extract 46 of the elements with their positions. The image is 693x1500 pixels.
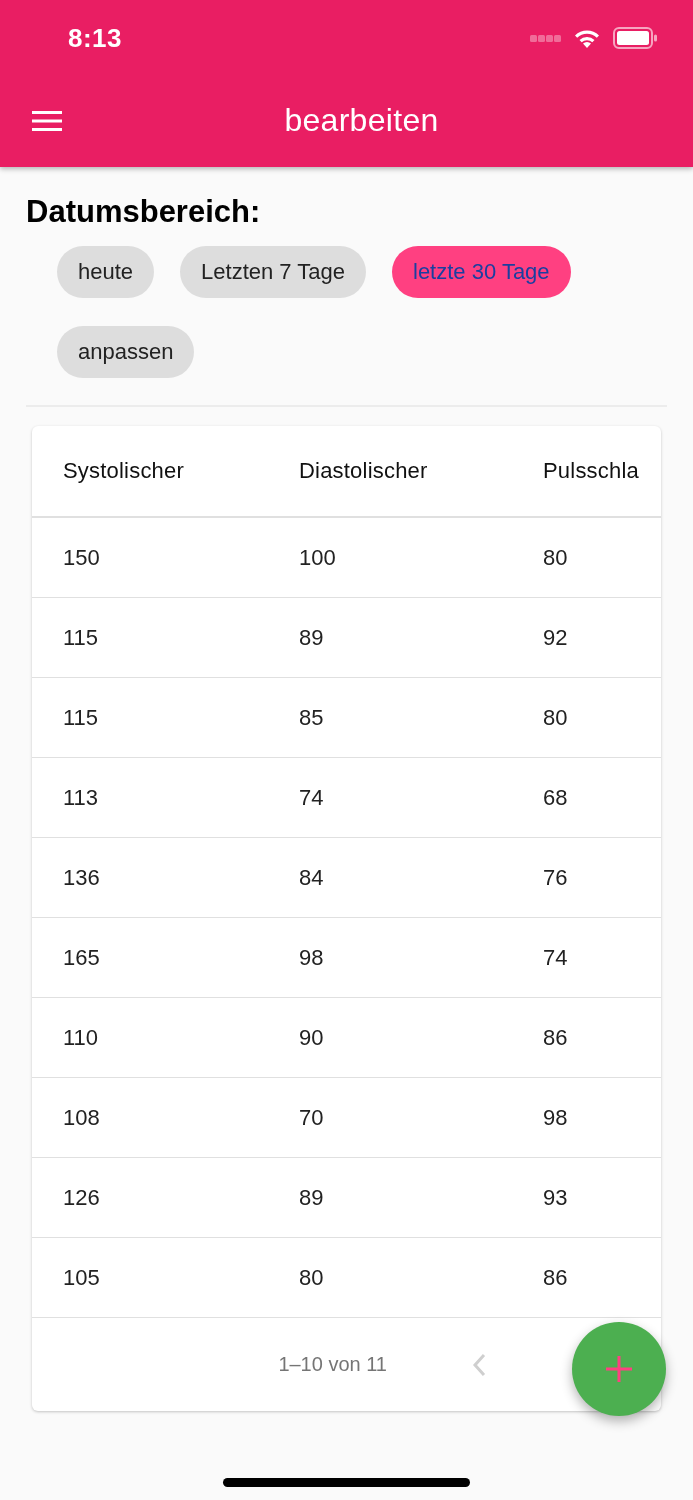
table-cell: 85	[299, 704, 324, 731]
table-cell: 90	[299, 1024, 324, 1051]
status-time: 8:13	[68, 22, 123, 54]
date-range-chip[interactable]: heute	[57, 246, 155, 298]
table-cell: 115	[63, 704, 99, 731]
table-cell: 136	[63, 864, 100, 891]
table-cell: 108	[63, 1104, 100, 1131]
table-cell: 93	[543, 1184, 568, 1211]
signal-icon	[530, 34, 561, 42]
table-cell: 80	[299, 1264, 324, 1291]
table-cell: 165	[63, 944, 100, 971]
date-range-chip[interactable]: Letzten 7 Tage	[180, 246, 366, 298]
column-header: Pulsschla	[543, 458, 639, 484]
battery-icon	[613, 27, 657, 49]
wifi-icon	[574, 28, 600, 48]
table-cell: 74	[299, 784, 324, 811]
plus-icon	[606, 1356, 632, 1382]
table-cell: 100	[299, 544, 336, 571]
table-cell: 68	[543, 784, 568, 811]
table-cell: 98	[299, 944, 324, 971]
table-cell: 76	[543, 864, 568, 891]
table-cell: 92	[543, 624, 568, 651]
table-cell: 80	[543, 704, 568, 731]
table-cell: 70	[299, 1104, 324, 1131]
table-cell: 86	[543, 1264, 568, 1291]
menu-icon	[32, 110, 62, 131]
table-cell: 89	[299, 624, 324, 651]
section-label: Datumsbereich:	[26, 193, 261, 231]
table-cell: 98	[543, 1104, 568, 1131]
app-title: bearbeiten	[284, 102, 439, 139]
table-cell: 80	[543, 544, 568, 571]
table-cell: 113	[63, 784, 99, 811]
table-cell: 105	[63, 1264, 100, 1291]
table-cell: 89	[299, 1184, 324, 1211]
column-header: Systolischer	[63, 458, 184, 484]
date-range-chip[interactable]: anpassen	[57, 326, 195, 378]
table-cell: 115	[63, 624, 99, 651]
table-cell: 84	[299, 864, 324, 891]
chevron-left-icon	[472, 1352, 486, 1377]
table-cell: 74	[543, 944, 568, 971]
column-header: Diastolischer	[299, 458, 428, 484]
table-cell: 150	[63, 544, 100, 571]
pagination-range: 1–10 von 11	[278, 1353, 387, 1376]
table-cell: 86	[543, 1024, 568, 1051]
table-cell: 126	[63, 1184, 100, 1211]
table-cell: 110	[63, 1024, 99, 1051]
